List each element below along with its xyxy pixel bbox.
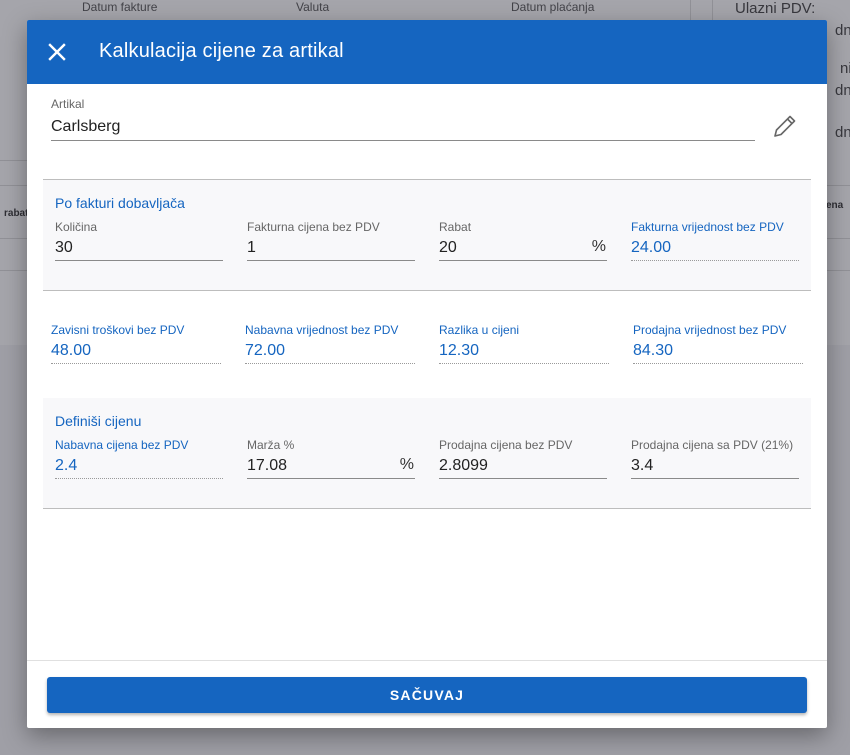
- dialog-title: Kalkulacija cijene za artikal: [99, 40, 344, 62]
- nabavna-cijena-field: Nabavna cijena bez PDV 2.4: [55, 438, 223, 480]
- section-divider: [43, 290, 811, 291]
- zavisni-troskovi-underline: [51, 363, 221, 364]
- prodajna-cijena-bez-pdv-underline: [439, 478, 607, 479]
- zavisni-troskovi-value: 48.00: [51, 342, 92, 359]
- nabavna-vrijednost-underline: [245, 363, 415, 364]
- section-supplier-invoice: Po fakturi dobavljača Količina 30 Faktur…: [43, 180, 811, 290]
- artikal-field[interactable]: Artikal Carlsberg: [51, 97, 755, 142]
- nabavna-vrijednost-value: 72.00: [245, 342, 286, 359]
- prodajna-vrijednost-value: 84.30: [633, 342, 674, 359]
- marza-percent-suffix: %: [399, 456, 414, 473]
- zavisni-troskovi-field: Zavisni troškovi bez PDV 48.00: [51, 323, 221, 365]
- fakturna-vrijednost-label: Fakturna vrijednost bez PDV: [631, 220, 784, 234]
- fakturna-cijena-label: Fakturna cijena bez PDV: [247, 220, 380, 234]
- kolicina-underline: [55, 260, 223, 261]
- save-button[interactable]: SAČUVAJ: [47, 677, 807, 713]
- nabavna-cijena-label: Nabavna cijena bez PDV: [55, 438, 189, 452]
- rabat-percent-suffix: %: [591, 238, 606, 255]
- prodajna-cijena-bez-pdv-value: 2.8099: [439, 457, 488, 474]
- marza-label: Marža %: [247, 438, 295, 452]
- prodajna-vrijednost-underline: [633, 363, 803, 364]
- close-icon: [48, 43, 66, 61]
- marza-value: 17.08: [247, 457, 288, 474]
- price-calculation-dialog: Kalkulacija cijene za artikal Artikal Ca…: [27, 20, 827, 728]
- prodajna-vrijednost-field: Prodajna vrijednost bez PDV 84.30: [633, 323, 803, 365]
- section-title-define-price: Definiši cijenu: [55, 413, 142, 429]
- edit-artikal-button[interactable]: [771, 112, 799, 140]
- artikal-underline: [51, 140, 755, 141]
- prodajna-cijena-sa-pdv-field[interactable]: Prodajna cijena sa PDV (21%) 3.4: [631, 438, 799, 480]
- artikal-value: Carlsberg: [51, 118, 121, 135]
- zavisni-troskovi-label: Zavisni troškovi bez PDV: [51, 323, 185, 337]
- fakturna-cijena-underline: [247, 260, 415, 261]
- fakturna-cijena-field[interactable]: Fakturna cijena bez PDV 1: [247, 220, 415, 262]
- fakturna-vrijednost-underline: [631, 260, 799, 261]
- razlika-u-cijeni-underline: [439, 363, 609, 364]
- razlika-u-cijeni-field: Razlika u cijeni 12.30: [439, 323, 609, 365]
- kolicina-value: 30: [55, 239, 73, 256]
- prodajna-cijena-sa-pdv-underline: [631, 478, 799, 479]
- kolicina-field[interactable]: Količina 30: [55, 220, 223, 262]
- nabavna-cijena-value: 2.4: [55, 457, 78, 474]
- nabavna-cijena-underline: [55, 478, 223, 479]
- section-define-price: Definiši cijenu Nabavna cijena bez PDV 2…: [43, 398, 811, 508]
- dialog-header: Kalkulacija cijene za artikal: [27, 20, 827, 84]
- marza-underline: [247, 478, 415, 479]
- prodajna-cijena-bez-pdv-field[interactable]: Prodajna cijena bez PDV 2.8099: [439, 438, 607, 480]
- rabat-label: Rabat: [439, 220, 472, 234]
- rabat-field[interactable]: Rabat 20 %: [439, 220, 607, 262]
- prodajna-vrijednost-label: Prodajna vrijednost bez PDV: [633, 323, 787, 337]
- prodajna-cijena-sa-pdv-value: 3.4: [631, 457, 654, 474]
- fakturna-vrijednost-value: 24.00: [631, 239, 672, 256]
- rabat-value: 20: [439, 239, 457, 256]
- nabavna-vrijednost-field: Nabavna vrijednost bez PDV 72.00: [245, 323, 415, 365]
- fakturna-vrijednost-field: Fakturna vrijednost bez PDV 24.00: [631, 220, 799, 262]
- fakturna-cijena-value: 1: [247, 239, 256, 256]
- prodajna-cijena-sa-pdv-label: Prodajna cijena sa PDV (21%): [631, 438, 794, 452]
- artikal-label: Artikal: [51, 97, 85, 111]
- dialog-footer-divider: [27, 660, 827, 661]
- section-title-supplier-invoice: Po fakturi dobavljača: [55, 195, 185, 211]
- section-divider: [43, 508, 811, 509]
- prodajna-cijena-bez-pdv-label: Prodajna cijena bez PDV: [439, 438, 573, 452]
- kolicina-label: Količina: [55, 220, 98, 234]
- rabat-underline: [439, 260, 607, 261]
- razlika-u-cijeni-label: Razlika u cijeni: [439, 323, 520, 337]
- nabavna-vrijednost-label: Nabavna vrijednost bez PDV: [245, 323, 399, 337]
- razlika-u-cijeni-value: 12.30: [439, 342, 480, 359]
- marza-field[interactable]: Marža % 17.08 %: [247, 438, 415, 480]
- close-button[interactable]: [43, 38, 71, 66]
- pencil-icon: [774, 115, 796, 137]
